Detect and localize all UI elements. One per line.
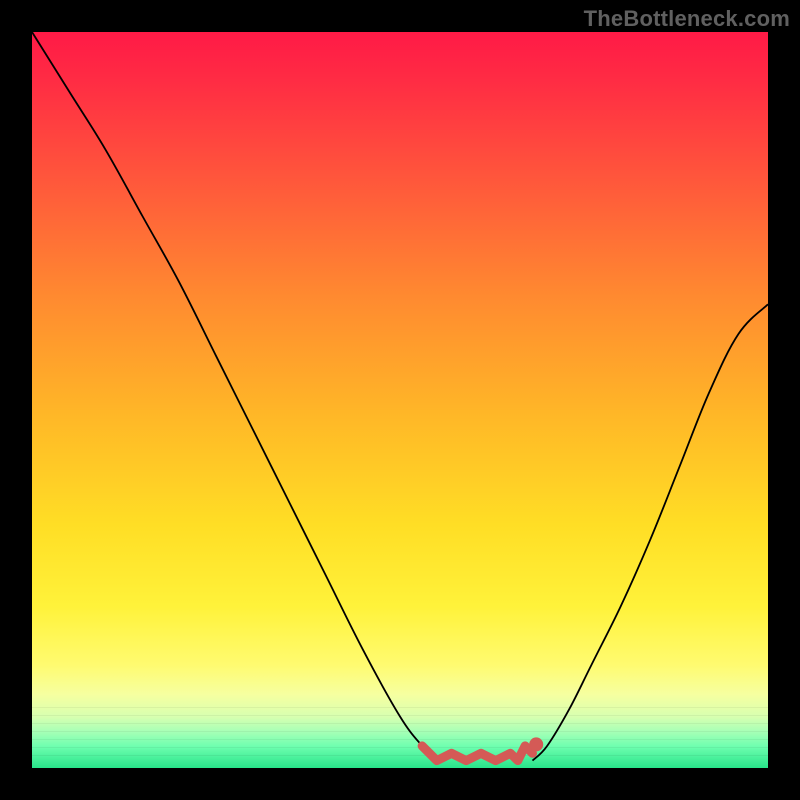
right-curve (533, 304, 769, 760)
curves-svg (32, 32, 768, 768)
squiggle-end-dot (529, 737, 543, 751)
chart-frame: TheBottleneck.com (0, 0, 800, 800)
watermark-text: TheBottleneck.com (584, 6, 790, 32)
plot-area (32, 32, 768, 768)
bottom-squiggle (422, 746, 532, 761)
left-curve (32, 32, 437, 761)
